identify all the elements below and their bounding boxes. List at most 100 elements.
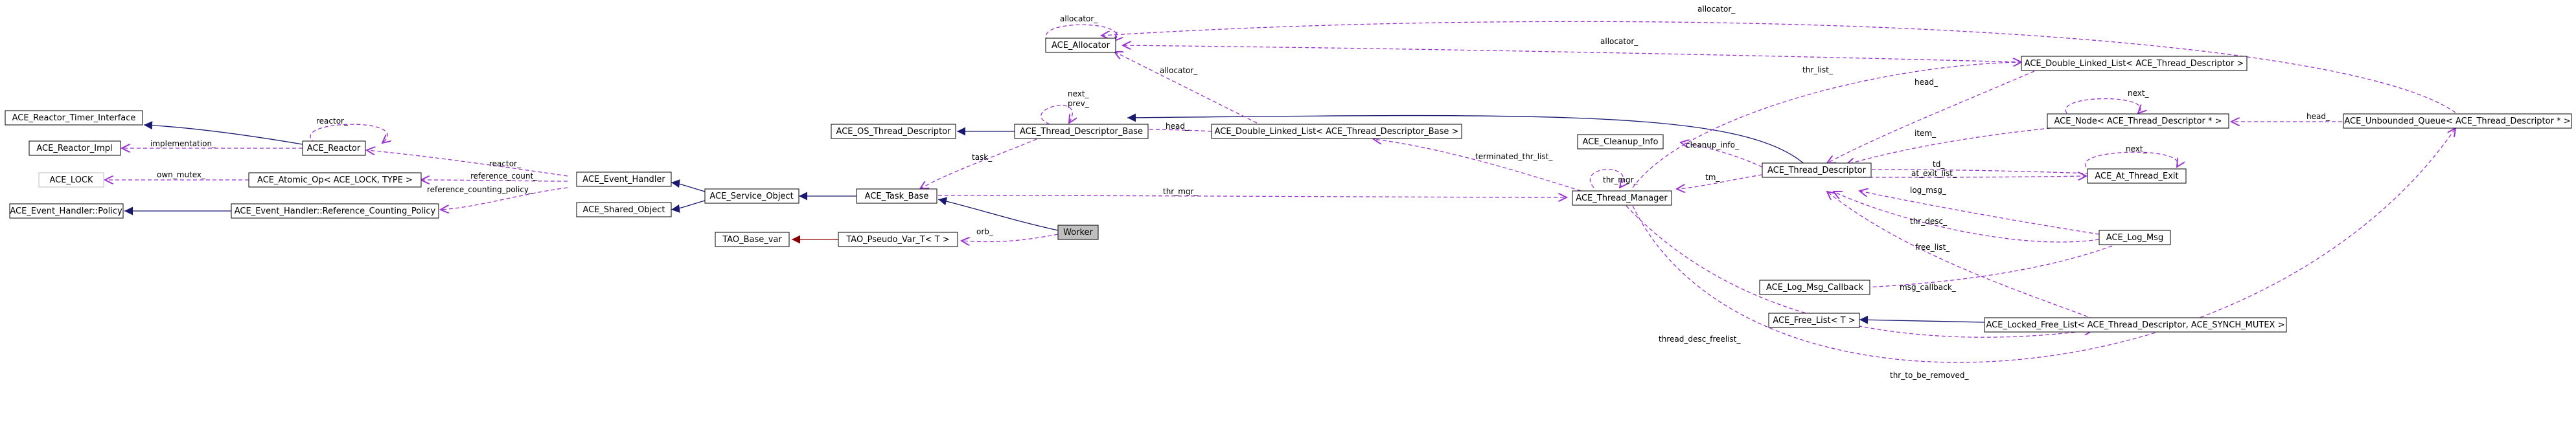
node-dll-td[interactable]: ACE_Double_Linked_List< ACE_Thread_Descr… [2021,56,2248,71]
edge-label-next-node: next_ [2128,89,2150,98]
edge-next-ate [2084,151,2178,167]
node-reactor-label: ACE_Reactor [307,144,361,153]
node-td-base-label: ACE_Thread_Descriptor_Base [1020,127,1143,137]
nodes: Worker TAO_Pseudo_Var_T< T > TAO_Base_va… [5,38,2572,333]
node-service-object-label: ACE_Service_Object [709,192,793,201]
node-eh-policy[interactable]: ACE_Event_Handler::Policy [9,203,124,219]
node-worker-label: Worker [1063,228,1093,238]
node-reactor-impl-label: ACE_Reactor_Impl [36,144,112,153]
edge-worker-to-task-base [937,197,1059,231]
node-ace-lock[interactable]: ACE_LOCK [38,172,104,188]
node-free-list[interactable]: ACE_Free_List< T > [1768,313,1860,328]
edge-label-terminated: terminated_thr_list_ [1475,152,1553,161]
node-shared-object[interactable]: ACE_Shared_Object [576,202,672,217]
node-service-object[interactable]: ACE_Service_Object [704,188,799,204]
node-at-thread-exit[interactable]: ACE_At_Thread_Exit [2087,168,2187,184]
edge-label-task: task_ [972,153,993,162]
node-tao-pseudo-var[interactable]: TAO_Pseudo_Var_T< T > [838,232,958,247]
node-reactor-impl[interactable]: ACE_Reactor_Impl [29,140,121,156]
edge-allocator-dll-tdb [1114,52,1258,124]
edge-label-thr-desc: thr_desc_ [1910,217,1948,226]
edge-next-node [2065,98,2140,114]
edge-label-free-list: free_list_ [1915,243,1950,252]
edge-label-allocator-dll-td: allocator_ [1600,37,1639,46]
node-log-msg-callback[interactable]: ACE_Log_Msg_Callback [1759,280,1870,295]
node-tao-pseudo-var-label: TAO_Pseudo_Var_T< T > [845,235,949,245]
edge-label-thr-to-be-removed: thr_to_be_removed_ [1890,371,1969,380]
node-ace-lock-label: ACE_LOCK [49,175,93,185]
edge-allocator-uq [1101,21,2456,113]
edge-terminated [1374,139,1581,192]
node-log-msg[interactable]: ACE_Log_Msg [2099,230,2171,245]
edge-service-object-to-event-handler [671,179,706,192]
edge-thr-mgr-worker [937,195,1567,197]
edge-service-object-to-shared-object [671,200,706,213]
diagram-svg: Worker TAO_Pseudo_Var_T< T > TAO_Base_va… [5,5,2572,380]
node-task-base-label: ACE_Task_Base [865,192,929,201]
node-shared-object-label: ACE_Shared_Object [582,205,665,215]
node-worker[interactable]: Worker [1057,225,1099,240]
edge-label-reference-count: reference_count_ [470,171,538,181]
edge-label-head-uq: head_ [2306,112,2330,121]
node-thread-manager-label: ACE_Thread_Manager [1576,193,1668,203]
edge-label-reference-counting-policy: reference_counting_policy_ [427,185,533,194]
node-at-thread-exit-label: ACE_At_Thread_Exit [2095,171,2178,181]
edge-allocator-dll-td [1123,45,2022,63]
node-tao-base-var-label: TAO_Base_var [722,235,782,245]
node-dll-td-base-label: ACE_Double_Linked_List< ACE_Thread_Descr… [1215,127,1459,137]
node-os-thread-descriptor[interactable]: ACE_OS_Thread_Descriptor [831,124,956,139]
node-reactor-timer[interactable]: ACE_Reactor_Timer_Interface [5,110,143,126]
edge-label-implementation: implementation_ [150,139,216,148]
node-td-base[interactable]: ACE_Thread_Descriptor_Base [1014,124,1149,139]
node-log-msg-callback-label: ACE_Log_Msg_Callback [1766,283,1864,293]
node-locked-free-list-label: ACE_Locked_Free_List< ACE_Thread_Descrip… [1986,320,2285,330]
edge-reactor-self [310,124,387,143]
node-unbounded-queue-label: ACE_Unbounded_Queue< ACE_Thread_Descript… [2344,116,2570,126]
node-atomic-op-label: ACE_Atomic_Op< ACE_LOCK, TYPE > [257,175,413,185]
node-unbounded-queue[interactable]: ACE_Unbounded_Queue< ACE_Thread_Descript… [2343,113,2572,129]
node-reactor-timer-label: ACE_Reactor_Timer_Interface [12,113,136,123]
node-locked-free-list[interactable]: ACE_Locked_Free_List< ACE_Thread_Descrip… [1984,317,2287,333]
edge-label-thr-mgr-worker: thr_mgr_ [1163,187,1198,196]
edge-label-orb: orb_ [976,227,994,236]
edge-label-head-dll-tdb: head_ [1166,122,1190,131]
edge-label-at-exit-list: at_exit_list_ [1911,169,1957,178]
edge-label-own-mutex: own_mutex_ [157,170,206,179]
node-atomic-op[interactable]: ACE_Atomic_Op< ACE_LOCK, TYPE > [248,172,422,188]
node-reactor[interactable]: ACE_Reactor [302,140,366,156]
edge-free-list [1827,192,2106,324]
node-node-td[interactable]: ACE_Node< ACE_Thread_Descriptor * > [2047,113,2229,129]
edge-label-reactor-eh: reactor_ [489,159,522,168]
node-event-handler-label: ACE_Event_Handler [582,175,665,184]
node-eh-rcp[interactable]: ACE_Event_Handler::Reference_Counting_Po… [231,203,439,219]
edge-label-td: td_ [1933,160,1945,169]
collaboration-diagram: Worker TAO_Pseudo_Var_T< T > TAO_Base_va… [0,0,2576,428]
edge-at-exit-list [1862,176,2086,177]
node-cleanup-info[interactable]: ACE_Cleanup_Info [1577,134,1664,149]
node-log-msg-label: ACE_Log_Msg [2106,233,2163,243]
edge-reactor-eh [367,150,568,177]
edge-label-allocator-self: allocator_ [1060,14,1098,23]
node-task-base[interactable]: ACE_Task_Base [856,188,937,204]
edge-td [1863,170,2090,174]
node-node-td-label: ACE_Node< ACE_Thread_Descriptor * > [2054,116,2222,126]
node-free-list-label: ACE_Free_List< T > [1773,316,1855,326]
edge-label-thr-mgr-self: thr_mgr_ [1603,175,1638,184]
node-dll-td-base[interactable]: ACE_Double_Linked_List< ACE_Thread_Descr… [1211,124,1462,139]
node-thread-manager[interactable]: ACE_Thread_Manager [1572,190,1672,206]
edge-label-cleanup-info: cleanup_info_ [1686,140,1740,149]
node-eh-rcp-label: ACE_Event_Handler::Reference_Counting_Po… [235,206,436,216]
edge-label-allocator-dll-tdb: allocator_ [1160,66,1198,75]
edge-label-reactor-self: reactor_ [316,116,349,126]
edge-label-thread-desc-freelist: thread_desc_freelist_ [1659,335,1741,344]
edge-log-msg [1859,191,2100,235]
node-thread-descriptor[interactable]: ACE_Thread_Descriptor [1762,162,1872,178]
node-event-handler[interactable]: ACE_Event_Handler [576,171,672,187]
edge-label-item: item_ [1915,129,1937,138]
edge-label-prev: prev_ [1068,99,1090,108]
node-tao-base-var[interactable]: TAO_Base_var [715,232,790,247]
node-allocator[interactable]: ACE_Allocator [1045,38,1116,53]
edge-label-next: next_ [1068,89,1090,98]
edge-item [1846,127,2051,164]
edge-label-thr-list: thr_list_ [1802,65,1834,74]
